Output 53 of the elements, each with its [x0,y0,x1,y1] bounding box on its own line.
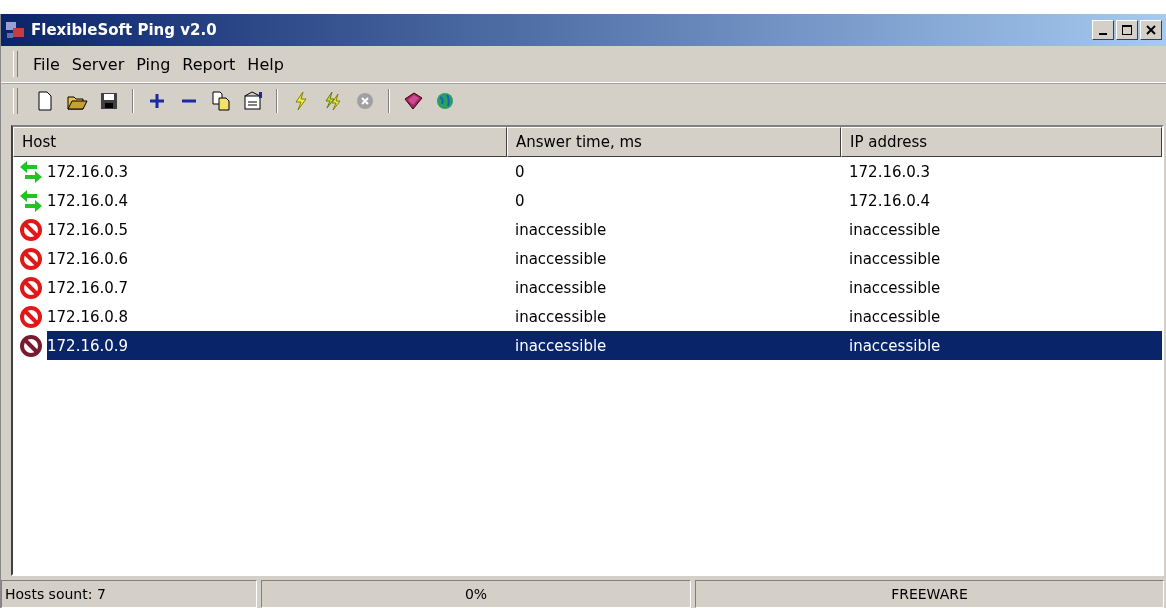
close-button[interactable] [1140,20,1162,40]
no-entry-icon [19,333,43,358]
table-cell-text: 0 [514,162,526,181]
table-cell-text: inaccessible [514,249,608,268]
table-cell-text: inaccessible [514,278,608,297]
status-panel: FREEWARE [695,580,1164,608]
table-cell-text: inaccessible [514,336,608,355]
table-cell-text: 172.16.0.3 [848,162,932,181]
menu-item[interactable]: Report [177,54,241,74]
host-row[interactable]: 172.16.0.6 inaccessible inaccessible [13,244,1162,273]
status-panel: Hosts sount: 7 [1,580,257,608]
menu-item[interactable]: Server [66,54,130,74]
host-row[interactable]: 172.16.0.7 inaccessible inaccessible [13,273,1162,302]
no-entry-icon [19,246,43,271]
host-row[interactable]: 172.16.0.4 0 172.16.0.4 [13,186,1162,215]
table-cell-text: 172.16.0.6 [46,248,130,270]
table-cell-text: inaccessible [514,220,608,239]
menu-item[interactable]: Ping [131,54,176,74]
minimize-icon [1099,33,1107,35]
no-entry-icon [19,217,43,242]
maximize-button[interactable] [1116,20,1138,40]
minimize-button[interactable] [1092,20,1114,40]
table-cell-text: 172.16.0.3 [46,161,130,183]
table-cell-text: inaccessible [848,307,942,326]
no-entry-icon [19,275,43,300]
table-cell-text: 172.16.0.9 [46,335,130,357]
maximize-icon [1121,24,1133,36]
table-cell-text: 172.16.0.8 [46,306,130,328]
host-row[interactable]: 172.16.0.8 inaccessible inaccessible [13,302,1162,331]
column-header[interactable]: IP address [841,127,1162,157]
table-cell-text: inaccessible [848,278,942,297]
table-cell-text: inaccessible [514,307,608,326]
host-row[interactable]: 172.16.0.3 0 172.16.0.3 [13,157,1162,186]
status-panel: 0% [261,580,691,608]
table-cell-text: 172.16.0.4 [848,191,932,210]
column-header[interactable]: Host [13,127,507,157]
close-icon [1145,24,1157,36]
window-title: FlexibleSoft Ping v2.0 [31,21,218,39]
table-cell-text: inaccessible [848,336,942,355]
table-cell-text: 172.16.0.7 [46,277,130,299]
arrows-icon [19,189,43,212]
column-header[interactable]: Answer time, ms [507,127,841,157]
table-cell-text: inaccessible [848,220,942,239]
host-row[interactable]: 172.16.0.5 inaccessible inaccessible [13,215,1162,244]
no-entry-icon [19,304,43,329]
menu-item[interactable]: File [28,54,65,74]
table-cell-text: 172.16.0.4 [46,190,130,212]
menu-item[interactable]: Help [242,54,289,74]
app-icon [5,21,25,39]
table-cell-text: inaccessible [848,249,942,268]
table-cell-text: 172.16.0.5 [46,219,130,241]
arrows-icon [19,160,43,183]
table-cell-text: 0 [514,191,526,210]
